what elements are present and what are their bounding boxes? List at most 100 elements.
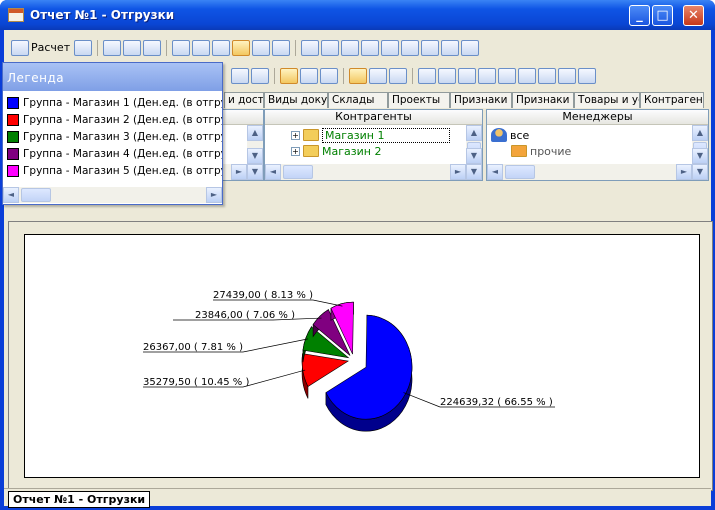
print-icon[interactable]: [231, 67, 249, 84]
edit-icon[interactable]: [418, 67, 436, 84]
scroll-up-icon[interactable]: ▲: [247, 125, 263, 141]
tree-node-label[interactable]: все: [510, 129, 529, 142]
legend-item: Группа - Магазин 4 (Ден.ед. (в отгрузо: [3, 145, 222, 162]
tab-doc-types[interactable]: Виды докум: [264, 92, 328, 108]
zero-alt-icon[interactable]: [389, 67, 407, 84]
tree-node[interactable]: все: [491, 127, 571, 143]
tab-goods[interactable]: Товары и ус: [574, 92, 640, 108]
scroll-up-icon[interactable]: ▲: [692, 125, 708, 141]
tree-node[interactable]: прочие: [491, 143, 571, 159]
scroll-left-icon[interactable]: ◄: [487, 164, 503, 180]
scroll-thumb[interactable]: [505, 165, 535, 179]
pie-leader-line: [242, 369, 306, 388]
legend-item: Группа - Магазин 3 (Ден.ед. (в отгрузо: [3, 128, 222, 145]
window-title: Отчет №1 - Отгрузки: [30, 8, 175, 22]
scroll-thumb[interactable]: [21, 188, 51, 202]
status-bar: Отчет №1 - Отгрузки: [4, 488, 711, 508]
toolbar-separator: [295, 39, 297, 56]
pie-leader-line: [403, 392, 441, 408]
sum-icon[interactable]: [300, 67, 318, 84]
expand-icon[interactable]: +: [291, 130, 300, 140]
layout-icon[interactable]: [280, 67, 298, 84]
table-view-icon[interactable]: [172, 39, 191, 56]
tab-features[interactable]: Признаки: [450, 92, 512, 108]
pie-data-label: 224639,32 ( 66.55 % ): [440, 397, 553, 408]
add-icon[interactable]: [518, 67, 536, 84]
zero-icon[interactable]: [320, 67, 338, 84]
tree-node-label[interactable]: Магазин 2: [322, 145, 381, 158]
percent-alt-icon[interactable]: [461, 39, 480, 56]
toolbar-separator: [343, 67, 344, 84]
legend-label: Группа - Магазин 1 (Ден.ед. (в отгрузо: [23, 96, 222, 109]
export-down-icon[interactable]: [103, 39, 122, 56]
currency-icon[interactable]: [421, 39, 440, 56]
bar-chart-icon[interactable]: [212, 39, 231, 56]
managers-header: Менеджеры: [487, 110, 708, 125]
split-icon[interactable]: [349, 67, 367, 84]
calc-icon: [11, 39, 29, 56]
stacked-chart-icon[interactable]: [272, 39, 291, 56]
tree-node-label[interactable]: Магазин 1: [322, 127, 450, 143]
tree-node-label[interactable]: прочие: [530, 145, 571, 158]
legend-scrollbar[interactable]: ◄ ►: [3, 187, 222, 203]
legend-title[interactable]: Легенда: [3, 63, 222, 91]
legend-item: Группа - Магазин 1 (Ден.ед. (в отгрузо: [3, 94, 222, 111]
tab-contractors[interactable]: Контрагенты: [640, 92, 704, 108]
tree-node[interactable]: + Магазин 2: [291, 143, 450, 159]
settings-icon[interactable]: [478, 67, 496, 84]
report-tab[interactable]: Отчет №1 - Отгрузки: [8, 491, 151, 508]
scroll-down-icon[interactable]: ▼: [692, 148, 708, 164]
legend-window[interactable]: Легенда Группа - Магазин 1 (Ден.ед. (в о…: [2, 62, 223, 205]
tree-node[interactable]: + Магазин 1: [291, 127, 450, 143]
title-bar[interactable]: Отчет №1 - Отгрузки _ □ ✕: [0, 0, 715, 30]
flag-icon[interactable]: [538, 67, 556, 84]
maximize-button[interactable]: □: [652, 5, 673, 26]
close-button[interactable]: ✕: [683, 5, 704, 26]
scroll-right-icon[interactable]: ►: [206, 187, 222, 203]
scroll-down-icon[interactable]: ▼: [466, 148, 482, 164]
legend-label: Группа - Магазин 2 (Ден.ед. (в отгрузо: [23, 113, 222, 126]
filter-icon[interactable]: [381, 39, 400, 56]
scroll-right-icon[interactable]: ►: [450, 164, 466, 180]
sum-alt-icon[interactable]: [369, 67, 387, 84]
refresh-icon[interactable]: [321, 39, 340, 56]
calendar-icon[interactable]: [558, 67, 576, 84]
arrow-left-icon[interactable]: [123, 39, 142, 56]
tab-warehouses[interactable]: Склады: [328, 92, 388, 108]
eraser-icon[interactable]: [74, 39, 93, 56]
sort-desc-icon[interactable]: [361, 39, 380, 56]
column-chart-icon[interactable]: [252, 39, 271, 56]
scroll-left-icon[interactable]: ◄: [265, 164, 281, 180]
scroll-down-icon[interactable]: ▼: [692, 164, 708, 180]
partial-panel: ▲ ▼ ► ▼: [218, 109, 264, 181]
group-icon[interactable]: [401, 39, 420, 56]
scroll-down-icon[interactable]: ▼: [247, 164, 263, 180]
scroll-left-icon[interactable]: ◄: [3, 187, 19, 203]
image-icon[interactable]: [438, 67, 456, 84]
arrow-up-icon[interactable]: [143, 39, 162, 56]
euro-dollar-icon[interactable]: [578, 67, 596, 84]
scroll-right-icon[interactable]: ►: [676, 164, 692, 180]
expand-icon[interactable]: +: [291, 146, 300, 156]
graph-icon[interactable]: [458, 67, 476, 84]
pie-chart-icon[interactable]: [232, 39, 251, 56]
scroll-right-icon[interactable]: ►: [231, 164, 247, 180]
undo-icon[interactable]: [498, 67, 516, 84]
minimize-button[interactable]: _: [629, 5, 650, 26]
tab-delivery[interactable]: и доставк: [224, 92, 264, 108]
scroll-down-icon[interactable]: ▼: [466, 164, 482, 180]
dimension-tabs: и доставк Виды докум Склады Проекты Приз…: [224, 92, 704, 108]
scroll-up-icon[interactable]: ▲: [466, 125, 482, 141]
tab-features-t[interactable]: Признаки (Т: [512, 92, 574, 108]
toolbar-separator: [412, 67, 413, 84]
sort-asc-icon[interactable]: [341, 39, 360, 56]
percent-icon[interactable]: [441, 39, 460, 56]
units-icon[interactable]: [301, 39, 320, 56]
calc-button[interactable]: Расчет: [9, 39, 72, 56]
scroll-thumb[interactable]: [283, 165, 313, 179]
tab-projects[interactable]: Проекты: [388, 92, 450, 108]
columns-icon[interactable]: [251, 67, 269, 84]
scroll-down-icon[interactable]: ▼: [247, 148, 263, 164]
line-chart-icon[interactable]: [192, 39, 211, 56]
legend-swatch: [7, 147, 19, 160]
